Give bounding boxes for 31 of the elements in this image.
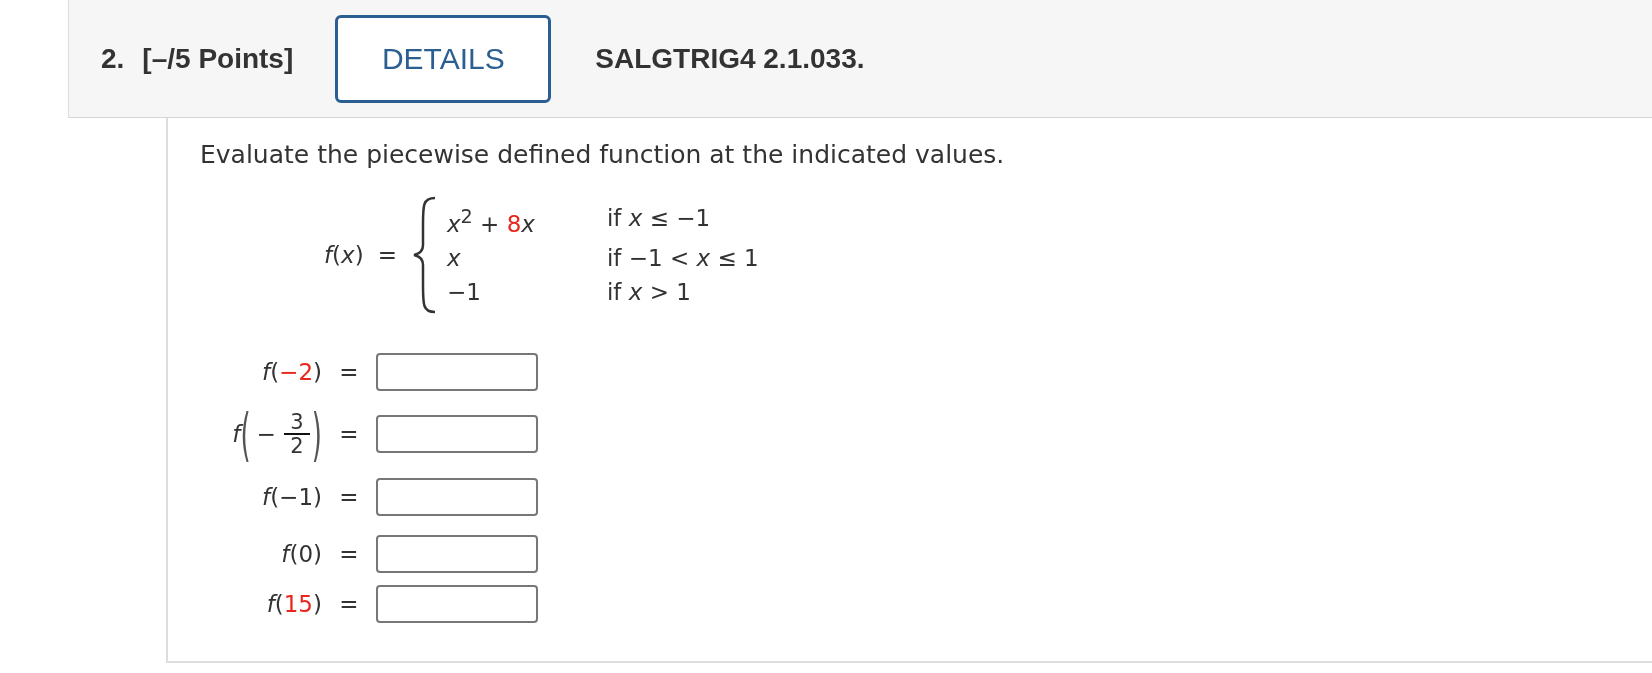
details-button[interactable]: DETAILS	[335, 14, 552, 103]
parenthesis: )	[311, 401, 322, 467]
points-label: [–/5 Points]	[142, 42, 294, 75]
equals-sign: =	[338, 484, 360, 510]
equals-sign: =	[338, 421, 360, 447]
answer-field[interactable]	[376, 535, 538, 573]
function-name: f(x)	[324, 242, 364, 268]
equals-sign: =	[338, 591, 360, 617]
case-expression: x	[447, 244, 462, 271]
problem-code: SALGTRIG4 2.1.033.	[595, 42, 865, 75]
question-prompt: Evaluate the piecewise defined function at the indicated values.	[200, 140, 1006, 169]
case-condition: if x ≤ −1	[607, 205, 712, 234]
function-call: f(0)	[281, 541, 322, 567]
function-call: f(−2)	[262, 359, 322, 385]
case-expression: x$^{2}$ + 8x	[447, 205, 536, 237]
function-call: f(−1)	[262, 484, 322, 510]
case-condition: if −1 < x ≤ 1	[607, 244, 759, 271]
minus-sign: −	[256, 421, 276, 447]
answer-field[interactable]	[376, 478, 538, 516]
answer-field[interactable]	[376, 585, 538, 623]
function-call: f(15)	[266, 591, 322, 617]
case-condition: if x > 1	[607, 278, 692, 305]
equals-sign: =	[338, 359, 360, 385]
equals-sign: =	[338, 541, 360, 567]
equals-sign: =	[377, 242, 397, 268]
case-expression: −1	[447, 278, 482, 305]
question-number: 2.	[101, 42, 125, 75]
function-name: f	[232, 421, 241, 447]
fraction: 3 2	[283, 410, 310, 458]
answer-field[interactable]	[376, 415, 538, 453]
answer-field[interactable]	[376, 353, 538, 391]
